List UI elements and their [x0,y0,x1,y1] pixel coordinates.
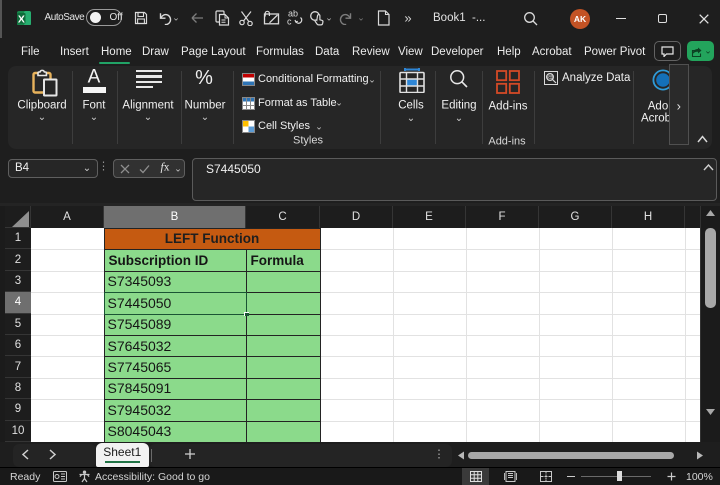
svg-text:X: X [17,13,24,25]
svg-text:@: @ [547,74,554,81]
svg-text:c: c [287,17,292,27]
